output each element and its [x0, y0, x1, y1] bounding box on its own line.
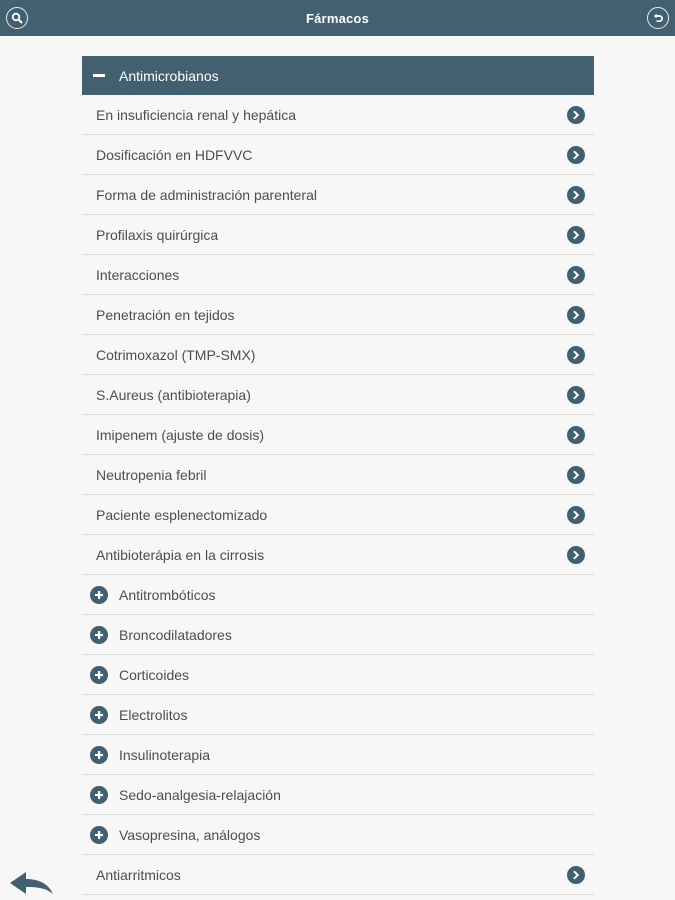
chevron-right-icon [567, 545, 585, 564]
expand-plus-icon [90, 585, 108, 604]
list-item[interactable]: Neutropenia febril [82, 455, 594, 495]
back-arrow-icon[interactable] [8, 868, 54, 898]
list-item-label: Antibioterápia en la cirrosis [96, 546, 265, 563]
list-item-label: Antiarritmicos [96, 866, 181, 883]
list-item[interactable]: Cotrimoxazol (TMP-SMX) [82, 335, 594, 375]
page-title: Fármacos [305, 10, 370, 26]
list-item[interactable]: Antiarritmicos [82, 855, 594, 895]
chevron-right-icon [567, 145, 585, 164]
chevron-right-icon [567, 265, 585, 284]
section-header-collapsed[interactable]: Antitrombóticos [82, 575, 594, 615]
section-header-collapsed[interactable]: Broncodilatadores [82, 615, 594, 655]
section-title: Corticoides [119, 666, 190, 683]
list-item[interactable]: En insuficiencia renal y hepática [82, 95, 594, 135]
list-item-label: Neutropenia febril [96, 466, 207, 483]
chevron-right-icon [567, 225, 585, 244]
list-item[interactable]: Paciente esplenectomizado [82, 495, 594, 535]
section-header-collapsed[interactable]: Insulinoterapia [82, 735, 594, 775]
list-item-label: S.Aureus (antibioterapia) [96, 386, 251, 403]
expand-plus-icon [90, 785, 108, 804]
search-button[interactable] [6, 7, 28, 29]
list-item[interactable]: Penetración en tejidos [82, 295, 594, 335]
list-item-label: Forma de administración parenteral [96, 186, 317, 203]
expand-plus-icon [90, 825, 108, 844]
chevron-right-icon [567, 105, 585, 124]
list-item[interactable]: Interacciones [82, 255, 594, 295]
section-title: Electrolitos [119, 706, 188, 723]
section-header-collapsed[interactable]: Sedo-analgesia-relajación [82, 775, 594, 815]
chevron-right-icon [567, 185, 585, 204]
list-item-label: Interacciones [96, 266, 180, 283]
section-title: Insulinoterapia [119, 746, 211, 763]
drug-list: Antimicrobianos En insuficiencia renal y… [82, 56, 594, 895]
collapse-icon [93, 74, 105, 77]
expand-plus-icon [90, 745, 108, 764]
section-title: Antimicrobianos [119, 67, 219, 84]
expand-plus-icon [90, 705, 108, 724]
search-icon [11, 12, 23, 24]
expand-plus-icon [90, 665, 108, 684]
list-item[interactable]: Imipenem (ajuste de dosis) [82, 415, 594, 455]
list-item-label: Imipenem (ajuste de dosis) [96, 426, 265, 443]
list-item-label: Penetración en tejidos [96, 306, 235, 323]
chevron-right-icon [567, 465, 585, 484]
list-item-label: En insuficiencia renal y hepática [96, 106, 297, 123]
list-item-label: Dosificación en HDFVVC [96, 146, 253, 163]
section-title: Vasopresina, análogos [119, 826, 261, 843]
section-title: Sedo-analgesia-relajación [119, 786, 281, 803]
list-item[interactable]: Antibioterápia en la cirrosis [82, 535, 594, 575]
section-title: Antitrombóticos [119, 586, 216, 603]
chevron-right-icon [567, 385, 585, 404]
chevron-right-icon [567, 425, 585, 444]
chevron-right-icon [567, 505, 585, 524]
section-title: Broncodilatadores [119, 626, 232, 643]
top-bar: Fármacos [0, 0, 675, 36]
list-item-label: Cotrimoxazol (TMP-SMX) [96, 346, 256, 363]
list-item[interactable]: Forma de administración parenteral [82, 175, 594, 215]
chevron-right-icon [567, 865, 585, 884]
section-header-collapsed[interactable]: Vasopresina, análogos [82, 815, 594, 855]
undo-icon [653, 13, 663, 23]
list-item[interactable]: Profilaxis quirúrgica [82, 215, 594, 255]
expand-plus-icon [90, 625, 108, 644]
section-header-collapsed[interactable]: Corticoides [82, 655, 594, 695]
chevron-right-icon [567, 345, 585, 364]
list-item[interactable]: Dosificación en HDFVVC [82, 135, 594, 175]
list-item-label: Profilaxis quirúrgica [96, 226, 219, 243]
list-item[interactable]: S.Aureus (antibioterapia) [82, 375, 594, 415]
list-item-label: Paciente esplenectomizado [96, 506, 268, 523]
section-header-antimicrobianos[interactable]: Antimicrobianos [82, 56, 594, 95]
chevron-right-icon [567, 305, 585, 324]
undo-button[interactable] [647, 7, 669, 29]
section-header-collapsed[interactable]: Electrolitos [82, 695, 594, 735]
